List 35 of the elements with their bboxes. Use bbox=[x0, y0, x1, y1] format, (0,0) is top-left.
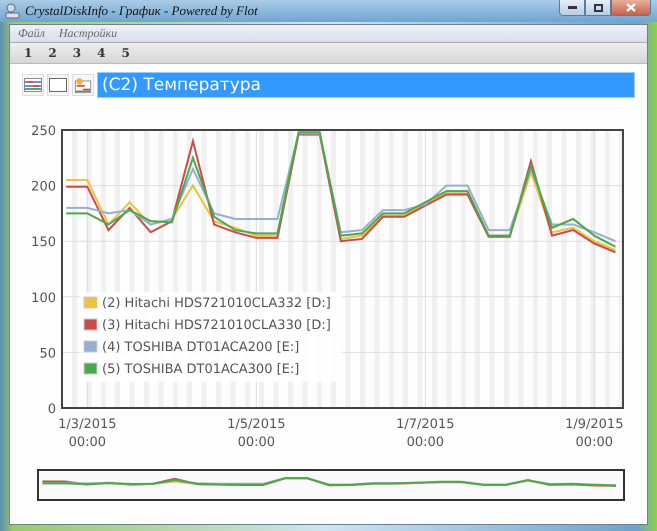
chart-sun-button[interactable] bbox=[72, 74, 94, 96]
axis-tick-label: 1/5/2015 00:00 bbox=[227, 417, 286, 450]
tab[interactable]: 5 bbox=[113, 44, 138, 62]
legend-label: (4) TOSHIBA DT01ACA200 [E:] bbox=[102, 340, 300, 355]
close-icon bbox=[626, 3, 636, 12]
tab[interactable]: 1 bbox=[16, 44, 40, 62]
menu-item[interactable]: Файл bbox=[18, 26, 45, 41]
legend-label: (3) Hitachi HDS721010CLA330 [D:] bbox=[102, 318, 331, 333]
maximize-button[interactable] bbox=[585, 0, 611, 16]
chart-grid-icon bbox=[24, 78, 42, 92]
axis-tick-label: 150 bbox=[31, 235, 56, 250]
close-button[interactable] bbox=[611, 0, 651, 16]
axis-tick-label: 0 bbox=[48, 402, 56, 417]
minimize-button[interactable] bbox=[559, 0, 585, 16]
overview-chart-drawing[interactable] bbox=[37, 469, 625, 501]
blank-frame-icon bbox=[49, 78, 67, 92]
axis-tick-label: 250 bbox=[31, 124, 56, 139]
chart-grid-button[interactable] bbox=[22, 74, 44, 96]
axis-tick-label: 100 bbox=[31, 290, 56, 306]
chart-sun-icon bbox=[74, 76, 92, 94]
tab[interactable]: 4 bbox=[89, 44, 114, 62]
axis-tick-label: 1/3/2015 00:00 bbox=[58, 417, 117, 450]
legend-label: (5) TOSHIBA DT01ACA300 [E:] bbox=[102, 362, 300, 377]
tab[interactable]: 2 bbox=[40, 44, 65, 62]
axis-tick-label: 1/9/2015 00:00 bbox=[565, 417, 624, 450]
axis-tick-label: 200 bbox=[31, 180, 56, 195]
window-title: CrystalDiskInfo - График - Powered by Flot bbox=[25, 3, 258, 19]
tab[interactable]: 3 bbox=[64, 44, 90, 62]
maximize-icon bbox=[594, 4, 602, 12]
legend-label: (2) Hitachi HDS721010CLA332 [D:] bbox=[102, 296, 331, 311]
blank-frame-button[interactable] bbox=[47, 74, 69, 96]
minimize-icon bbox=[568, 6, 576, 9]
axis-tick-label: 50 bbox=[39, 346, 56, 362]
menu-item[interactable]: Настройки bbox=[58, 26, 118, 41]
axis-tick-label: 1/7/2015 00:00 bbox=[396, 417, 454, 450]
